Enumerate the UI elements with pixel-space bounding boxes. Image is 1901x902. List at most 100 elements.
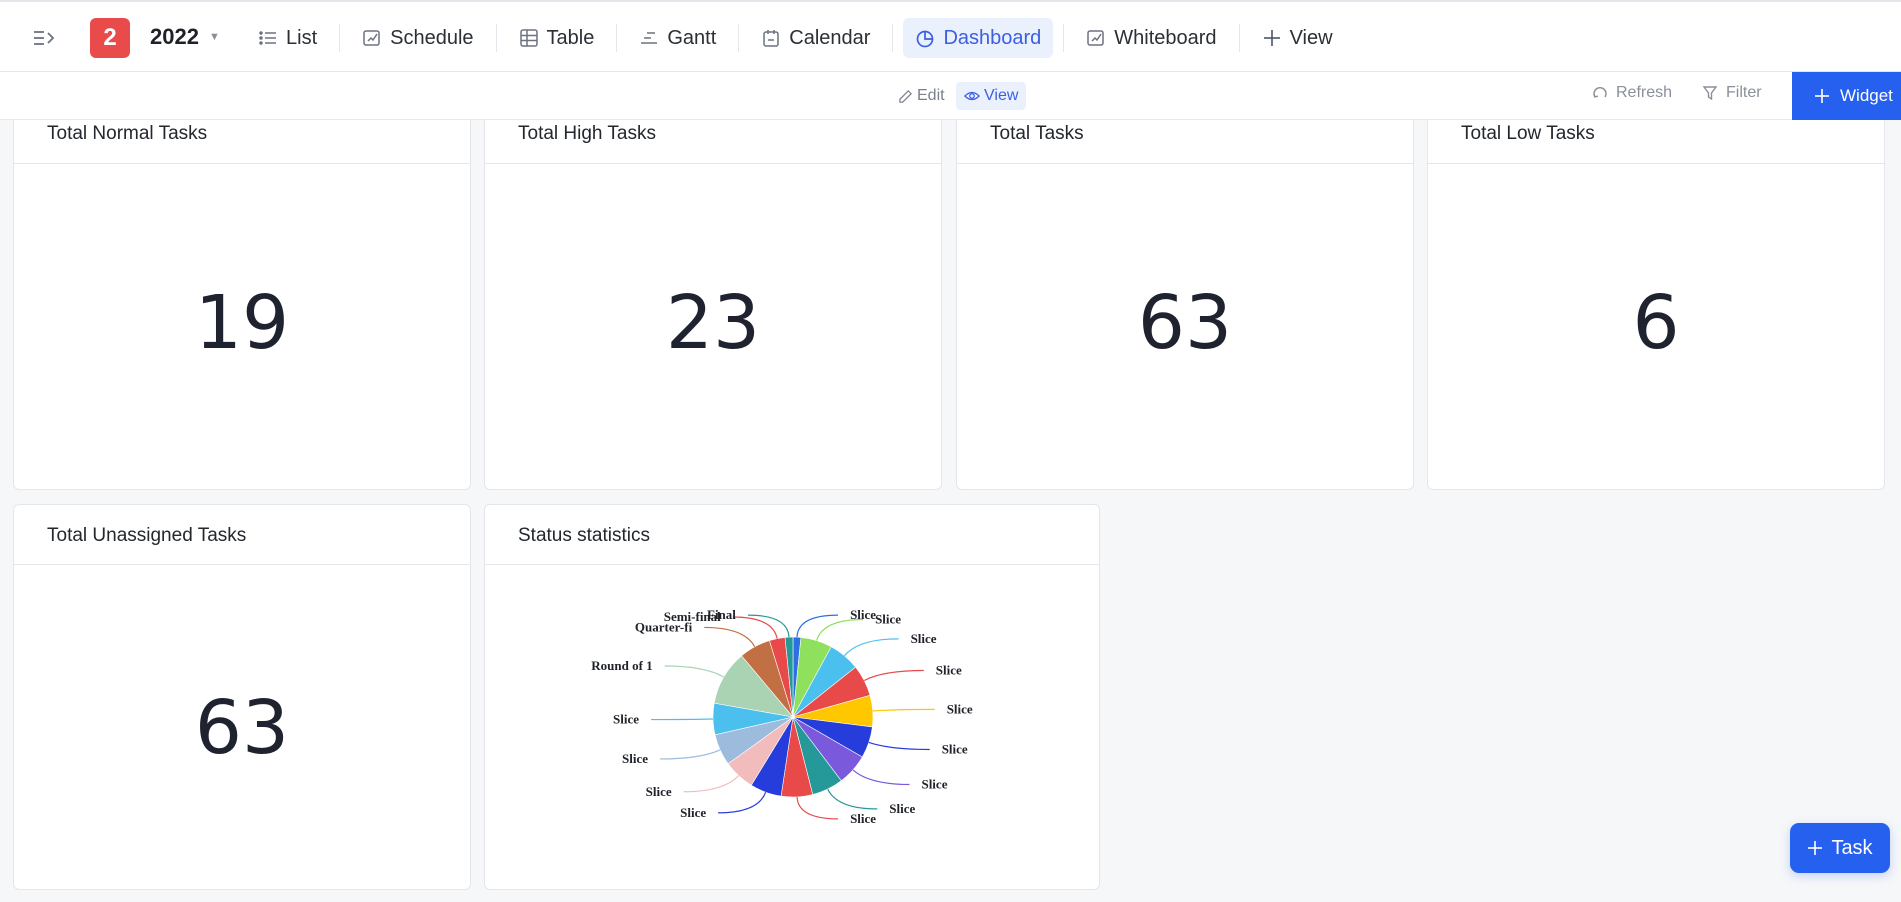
- project-badge[interactable]: 2: [90, 18, 130, 58]
- filter-icon: [1702, 86, 1718, 101]
- pie-label-line: [664, 665, 725, 678]
- add-widget-button[interactable]: Widget: [1792, 72, 1901, 120]
- pie-label-line: [718, 791, 767, 814]
- schedule-icon: [363, 30, 380, 46]
- tab-schedule[interactable]: Schedule: [350, 18, 485, 58]
- gantt-icon: [641, 32, 658, 44]
- divider: [495, 24, 497, 52]
- pie-chart-icon: [917, 30, 934, 48]
- tab-label: Dashboard: [943, 26, 1042, 49]
- pencil-icon: [899, 89, 912, 103]
- top-navigation-bar: 2 2022 ▼ List Schedule Table Gantt Calen…: [0, 0, 1901, 72]
- plus-icon: [1815, 89, 1829, 103]
- pie-label-line: [732, 616, 778, 639]
- plus-icon: [1808, 841, 1823, 855]
- pie-slice-label: Slice: [680, 805, 706, 820]
- widget-title: Total Unassigned Tasks: [14, 505, 470, 565]
- sidebar-expand-icon: [34, 31, 55, 45]
- widget-status-statistics: Status statistics Slice Slice Slice Slice Sl…: [484, 504, 1100, 890]
- pie-label-line: [796, 796, 839, 820]
- view-label: View: [984, 87, 1019, 104]
- pie-label-line: [747, 614, 790, 638]
- pie-slice-label: Slice: [911, 631, 937, 646]
- divider: [1063, 24, 1065, 52]
- pie-slice-label: Slice: [613, 712, 639, 727]
- add-task-button[interactable]: Task: [1790, 823, 1890, 873]
- pie-slice-label: Slice: [921, 776, 947, 791]
- tab-label: View: [1289, 26, 1333, 49]
- widget-title: Total Low Tasks: [1428, 120, 1884, 164]
- status-pie-chart: Slice Slice Slice Slice Slice Slice Slice Slice…: [591, 607, 973, 826]
- pie-label-line: [816, 618, 864, 641]
- add-view-button[interactable]: View: [1250, 18, 1345, 58]
- widget-total-normal-tasks: Total Normal Tasks 19: [13, 120, 471, 490]
- pie-label-line: [704, 626, 756, 648]
- widget-value: 19: [194, 280, 290, 366]
- pie-slice-label: Slice: [947, 701, 973, 716]
- widget-title: Total Tasks: [957, 120, 1413, 164]
- pie-slice-label: Slice: [850, 811, 876, 826]
- pie-slice-label: Slice: [622, 751, 648, 766]
- caret-down-icon: ▼: [208, 31, 220, 43]
- refresh-label: Refresh: [1616, 84, 1673, 101]
- project-name: 2022: [150, 24, 199, 49]
- filter-label: Filter: [1726, 84, 1762, 101]
- tab-calendar[interactable]: Calendar: [749, 18, 882, 58]
- edit-mode-button[interactable]: Edit: [890, 82, 953, 110]
- widget-title: Status statistics: [485, 505, 1099, 565]
- view-mode-button[interactable]: View: [956, 82, 1027, 110]
- whiteboard-icon: [1087, 30, 1105, 46]
- pie-label-line: [651, 718, 714, 721]
- widget-title: Total Normal Tasks: [14, 120, 470, 164]
- tab-whiteboard[interactable]: Whiteboard: [1074, 18, 1228, 58]
- pie-label-line: [796, 614, 839, 638]
- widget-total-low-tasks: Total Low Tasks 6: [1427, 120, 1885, 490]
- pie-slice-label: Slice: [942, 741, 968, 756]
- pie-label-line: [852, 769, 910, 786]
- widget-value: 63: [194, 685, 290, 771]
- divider: [616, 24, 618, 52]
- tab-label: Calendar: [789, 26, 871, 49]
- widget-value: 23: [665, 280, 761, 366]
- pie-label-line: [660, 749, 721, 760]
- edit-label: Edit: [917, 87, 945, 104]
- pie-slice-label: Final: [707, 607, 736, 622]
- pie-slice-label: Slice: [889, 801, 915, 816]
- dashboard-toolbar: Edit View Refresh Filter Widget: [0, 72, 1901, 120]
- table-icon: [519, 29, 538, 47]
- pie-label-line: [868, 741, 930, 751]
- divider: [892, 24, 894, 52]
- tab-label: List: [286, 26, 318, 49]
- widget-label: Widget: [1840, 86, 1893, 105]
- divider: [1238, 24, 1240, 52]
- tab-gantt[interactable]: Gantt: [627, 18, 728, 58]
- widget-total-tasks: Total Tasks 63: [956, 120, 1414, 490]
- pie-label-line: [827, 788, 878, 810]
- pie-label-line: [872, 708, 935, 712]
- pie-slice-label: Round of 1: [591, 658, 652, 673]
- widget-total-high-tasks: Total High Tasks 23: [484, 120, 942, 490]
- tab-label: Gantt: [667, 26, 717, 49]
- filter-button[interactable]: Filter: [1702, 84, 1762, 102]
- tab-dashboard[interactable]: Dashboard: [903, 18, 1054, 58]
- plus-icon: [1263, 30, 1280, 46]
- tab-list[interactable]: List: [246, 18, 329, 58]
- pie-label-line: [683, 775, 740, 793]
- pie-slice-label: Slice: [936, 662, 962, 677]
- divider: [339, 24, 341, 52]
- tab-label: Schedule: [390, 26, 474, 49]
- tab-label: Whiteboard: [1114, 26, 1217, 49]
- pie-label-line: [843, 638, 899, 657]
- tab-table[interactable]: Table: [507, 18, 607, 58]
- divider: [738, 24, 740, 52]
- tab-label: Table: [546, 26, 595, 49]
- refresh-button[interactable]: Refresh: [1592, 84, 1672, 102]
- widget-total-unassigned-tasks: Total Unassigned Tasks 63: [13, 504, 471, 890]
- project-selector[interactable]: 2022 ▼: [150, 24, 220, 50]
- list-icon: [259, 31, 276, 45]
- add-task-label: Task: [1831, 836, 1873, 859]
- view-tabs: List Schedule Table Gantt Calendar Dashb…: [246, 18, 1345, 58]
- sidebar-expand-button[interactable]: [32, 26, 56, 50]
- widget-title: Total High Tasks: [485, 120, 941, 164]
- pie-label-line: [863, 669, 924, 682]
